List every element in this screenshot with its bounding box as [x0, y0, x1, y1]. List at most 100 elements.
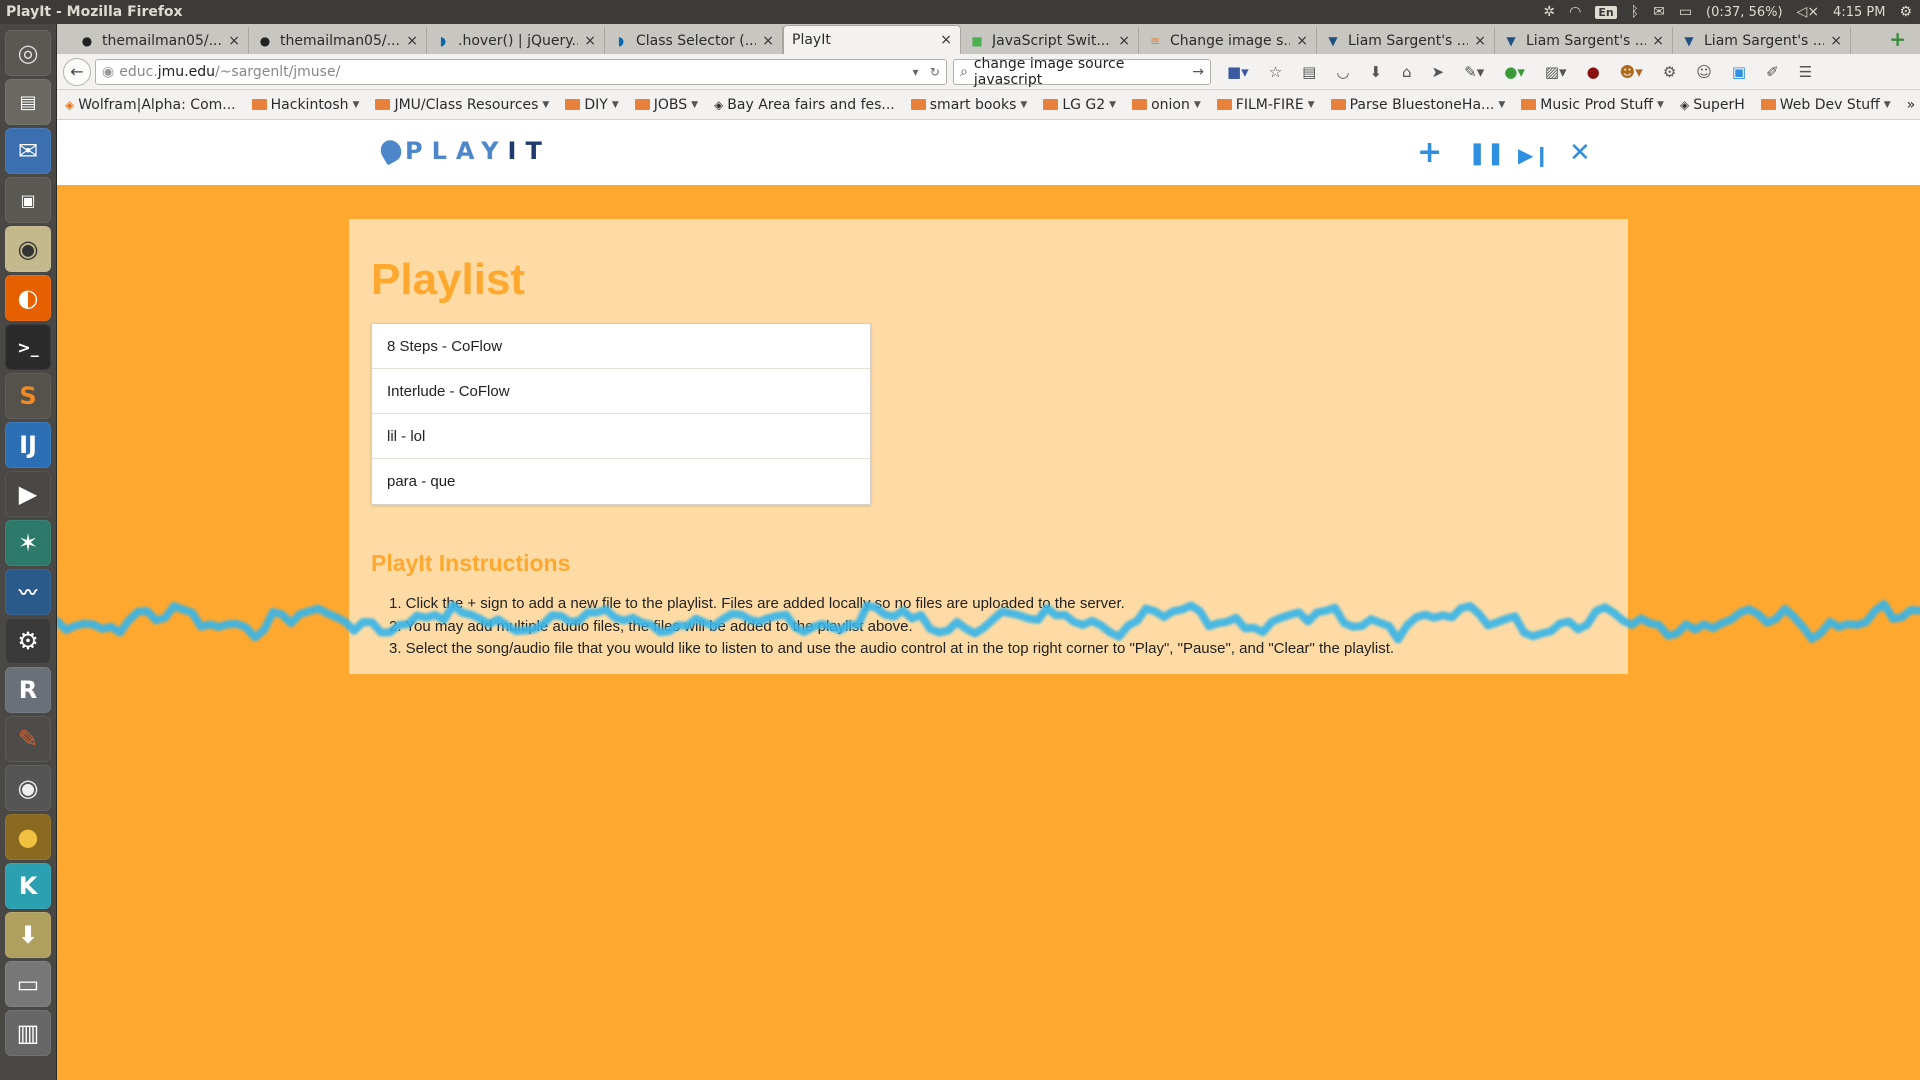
tab-1[interactable]: ● themailman05/... ×: [71, 27, 249, 54]
settings-tools-icon[interactable]: ✎: [5, 716, 51, 762]
tab-9[interactable]: ▼ Liam Sargent's ... ×: [1495, 27, 1673, 54]
close-icon[interactable]: ×: [940, 32, 952, 48]
terminal-icon[interactable]: >_: [5, 324, 51, 370]
reload-icon[interactable]: ▾ ↻: [912, 65, 940, 79]
palm-app-icon[interactable]: ✶: [5, 520, 51, 566]
ublock-icon[interactable]: ●: [1587, 63, 1600, 81]
bookmark-item[interactable]: smart books ▼: [910, 97, 1027, 113]
globe-icon[interactable]: ●: [5, 814, 51, 860]
addon-settings-icon[interactable]: ⚙: [1663, 63, 1676, 81]
playit-logo[interactable]: PLAYIT: [376, 136, 551, 166]
next-track-icon[interactable]: ▶❙: [1518, 143, 1550, 167]
bookmark-item[interactable]: LG G2 ▼: [1043, 97, 1116, 113]
r-studio-icon[interactable]: R: [5, 667, 51, 713]
close-icon[interactable]: ×: [1652, 33, 1664, 49]
thunderbird-icon[interactable]: ✉: [5, 128, 51, 174]
url-bar[interactable]: ◉ educ. jmu.edu/~sargenlt/jmuse/ ▾ ↻: [95, 58, 947, 85]
bookmark-item[interactable]: Hackintosh ▼: [251, 97, 359, 113]
extension-icon[interactable]: ■▾: [1227, 63, 1249, 81]
close-icon[interactable]: ×: [1118, 33, 1130, 49]
playlist-item[interactable]: lil - lol: [372, 414, 870, 459]
bookmark-item[interactable]: ◈ SuperH: [1680, 97, 1745, 113]
tab-2[interactable]: ● themailman05/... ×: [249, 27, 427, 54]
close-icon[interactable]: ×: [762, 33, 774, 49]
menu-icon[interactable]: ☰: [1799, 63, 1812, 81]
bookmark-item[interactable]: ◈ Bay Area fairs and fes...: [714, 97, 895, 113]
system-monitor-icon[interactable]: 〰: [5, 569, 51, 615]
tools-icon[interactable]: ✎▾: [1464, 63, 1484, 81]
home-icon[interactable]: ⌂: [1402, 63, 1412, 81]
downloads-icon[interactable]: ⬇: [5, 912, 51, 958]
translate-icon[interactable]: ▨▾: [1545, 63, 1567, 81]
firefox-icon[interactable]: ◐: [5, 275, 51, 321]
downloads-icon[interactable]: ⬇: [1369, 63, 1382, 81]
close-icon[interactable]: ×: [228, 33, 240, 49]
bookmark-item[interactable]: onion ▼: [1132, 97, 1201, 113]
keyboard-layout-indicator[interactable]: En: [1595, 5, 1617, 19]
bookmark-item[interactable]: FILM-FIRE ▼: [1216, 97, 1315, 113]
chat-icon[interactable]: ☺: [1696, 63, 1712, 81]
close-icon[interactable]: ×: [1830, 33, 1842, 49]
bookmark-item[interactable]: ◈ Wolfram|Alpha: Com...: [65, 97, 236, 113]
bookmark-item[interactable]: Music Prod Stuff ▼: [1521, 97, 1664, 113]
close-icon[interactable]: ×: [584, 33, 596, 49]
search-bar[interactable]: ⌕ change image source javascript →: [953, 56, 1211, 88]
tab-6[interactable]: ■ JavaScript Swit... ×: [961, 27, 1139, 54]
trash-icon[interactable]: ▥: [5, 1010, 51, 1056]
close-icon[interactable]: ×: [1474, 33, 1486, 49]
close-icon[interactable]: ×: [1296, 33, 1308, 49]
bookmark-item[interactable]: JOBS ▼: [634, 97, 698, 113]
battery-status[interactable]: (0:37, 56%): [1706, 5, 1783, 20]
bookmark-item[interactable]: Parse BluestoneHa... ▼: [1330, 97, 1505, 113]
notification-icon[interactable]: ▣: [1732, 63, 1746, 81]
more-bookmarks-icon[interactable]: »: [1907, 97, 1916, 113]
close-icon[interactable]: ×: [406, 33, 418, 49]
tab-4[interactable]: ◗ Class Selector (... ×: [605, 27, 783, 54]
workspace-icon[interactable]: ▣: [5, 177, 51, 223]
new-tab-icon[interactable]: +: [1889, 27, 1906, 51]
reading-list-icon[interactable]: ▤: [1302, 63, 1316, 81]
monkey-icon[interactable]: ☻▾: [1620, 63, 1643, 81]
site-identity-icon[interactable]: ◉: [102, 64, 114, 80]
dash-home-icon[interactable]: ◎: [5, 30, 51, 76]
clock[interactable]: 4:15 PM: [1833, 5, 1885, 20]
sublime-text-icon[interactable]: S: [5, 373, 51, 419]
greasemonkey-icon[interactable]: ●▾: [1504, 63, 1525, 81]
back-button[interactable]: ←: [63, 57, 91, 86]
add-icon[interactable]: +: [1417, 135, 1442, 170]
drive-icon[interactable]: ▭: [5, 961, 51, 1007]
mail-icon[interactable]: ✉: [1653, 4, 1665, 20]
bookmark-item[interactable]: Web Dev Stuff ▼: [1760, 97, 1891, 113]
bookmark-item[interactable]: DIY ▼: [565, 97, 619, 113]
clear-icon[interactable]: ✕: [1569, 138, 1591, 168]
files-icon[interactable]: ▤: [5, 79, 51, 125]
webcam-icon[interactable]: ◉: [5, 226, 51, 272]
dropbox-icon[interactable]: ✲: [1543, 4, 1555, 20]
disk-icon[interactable]: ◉: [5, 765, 51, 811]
app-ks-icon[interactable]: K: [5, 863, 51, 909]
bookmark-star-icon[interactable]: ☆: [1269, 63, 1282, 81]
pause-icon[interactable]: ❚❚: [1468, 141, 1505, 166]
pocket-icon[interactable]: ◡: [1336, 63, 1349, 81]
media-player-icon[interactable]: ▶: [5, 471, 51, 517]
tab-8[interactable]: ▼ Liam Sargent's ... ×: [1317, 27, 1495, 54]
gear-icon[interactable]: ⚙: [1899, 4, 1912, 20]
tab-3[interactable]: ◗ .hover() | jQuery... ×: [427, 27, 605, 54]
playlist-item[interactable]: 8 Steps - CoFlow: [372, 324, 870, 369]
volume-muted-icon[interactable]: ◁×: [1797, 4, 1820, 20]
wifi-icon[interactable]: ◠: [1569, 4, 1581, 20]
search-input[interactable]: change image source javascript: [974, 56, 1192, 88]
tab-10[interactable]: ▼ Liam Sargent's ... ×: [1673, 27, 1851, 54]
steam-icon[interactable]: ⚙: [5, 618, 51, 664]
battery-icon[interactable]: ▭: [1679, 4, 1692, 20]
bookmark-item[interactable]: JMU/Class Resources ▼: [375, 97, 549, 113]
tab-5[interactable]: PlayIt ×: [783, 25, 961, 54]
pen-icon[interactable]: ✐: [1766, 63, 1779, 81]
send-icon[interactable]: ➤: [1432, 63, 1445, 81]
playlist-item[interactable]: Interlude - CoFlow: [372, 369, 870, 414]
tab-7[interactable]: ≡ Change image s... ×: [1139, 27, 1317, 54]
bluetooth-icon[interactable]: ᛒ: [1631, 4, 1639, 20]
intellij-icon[interactable]: IJ: [5, 422, 51, 468]
search-go-icon[interactable]: →: [1192, 64, 1204, 80]
playlist-item[interactable]: para - que: [372, 459, 870, 504]
